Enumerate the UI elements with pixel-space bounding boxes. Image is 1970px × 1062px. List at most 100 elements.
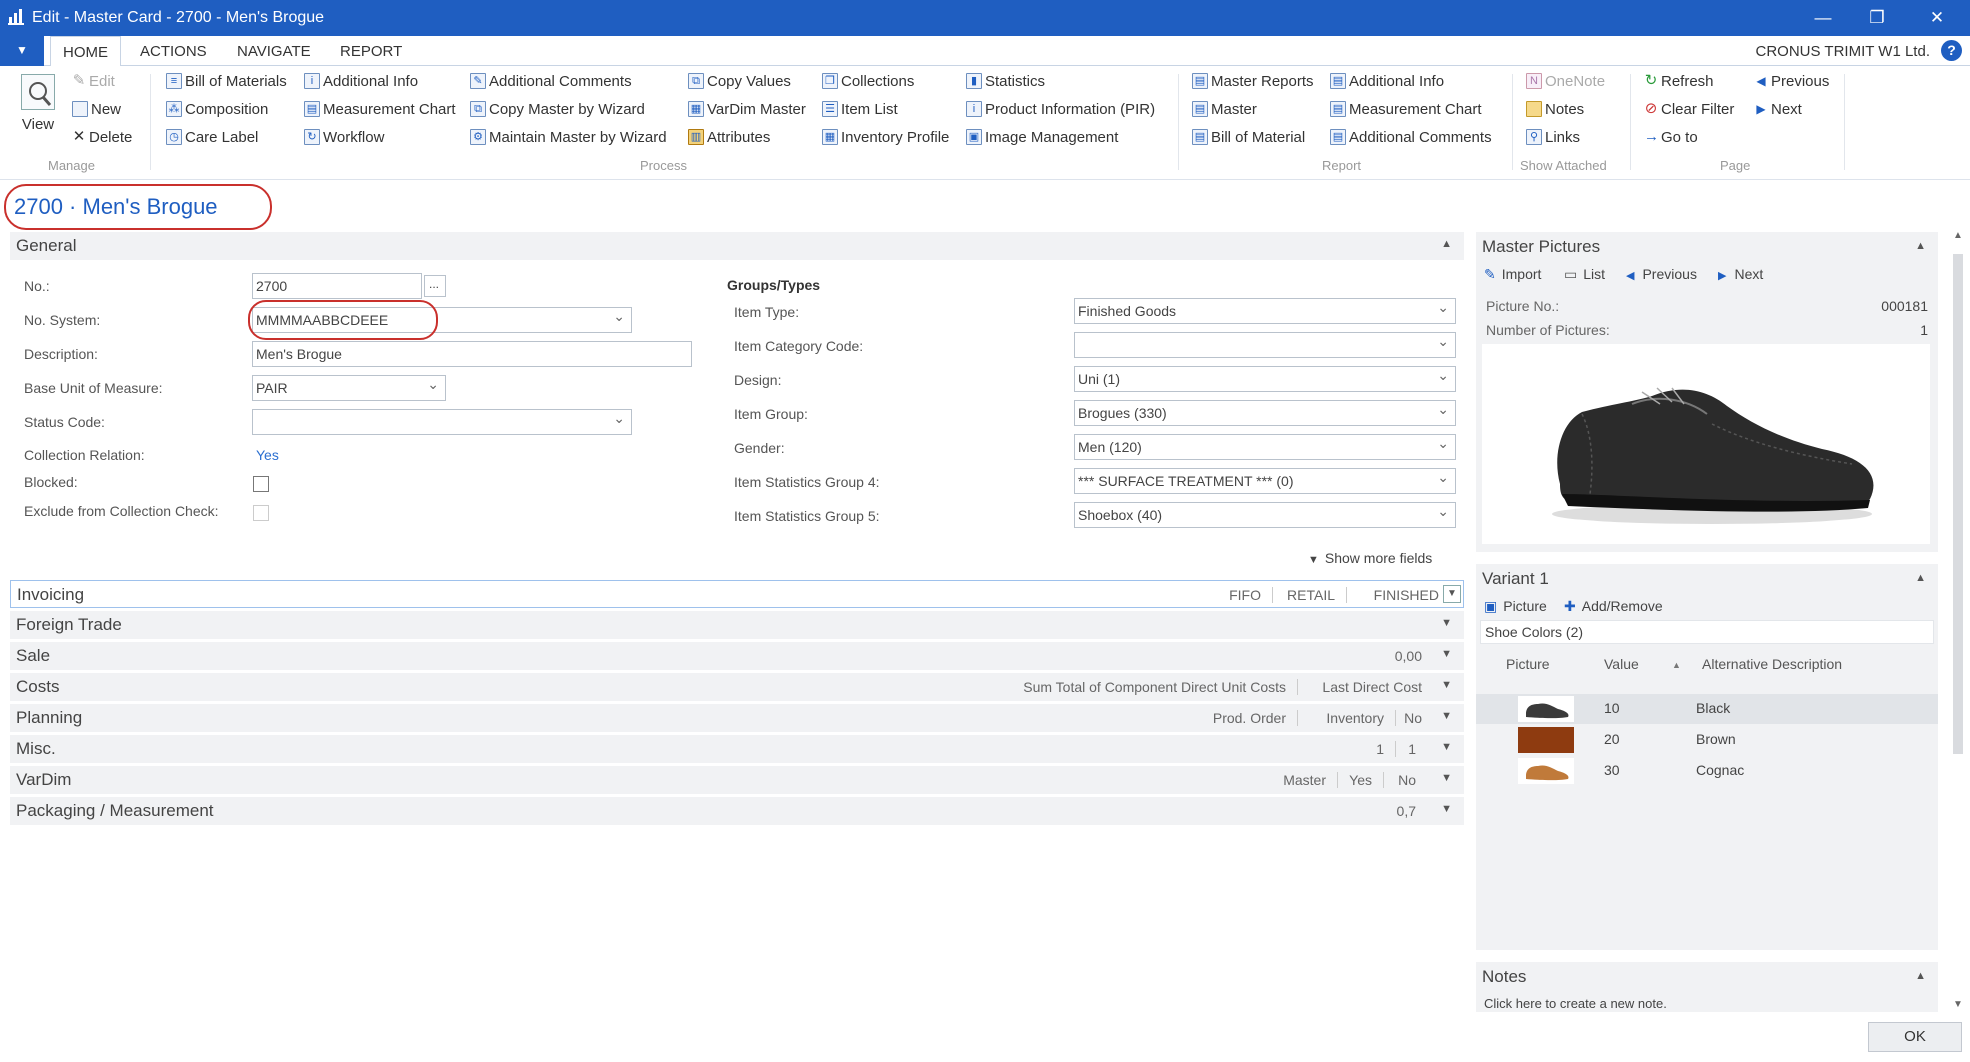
base-unit-of-measure-field[interactable]: PAIR [252,375,446,401]
item-type-field[interactable]: Finished Goods [1074,298,1456,324]
expand-chevron-icon[interactable]: ▼ [1441,741,1452,753]
attributes-button[interactable]: ▥ Attributes [688,128,770,150]
fasttab-costs[interactable]: Costs Sum Total of Component Direct Unit… [10,673,1464,701]
column-header-value[interactable]: Value [1604,656,1639,672]
restore-button[interactable]: ❐ [1860,6,1894,30]
factbox-scrollbar[interactable]: ▲ ▼ [1950,230,1966,1010]
fasttab-invoicing[interactable]: Invoicing FIFO RETAIL FINISHED ▼ [10,580,1464,608]
picture-no-value[interactable]: 000181 [1881,298,1928,314]
variant-add-remove-button[interactable]: ✚ Add/Remove [1564,598,1663,615]
expand-chevron-icon[interactable]: ▼ [1441,679,1452,691]
variant-group-field[interactable]: Shoe Colors (2) [1480,620,1934,644]
description-field[interactable]: Men's Brogue [252,341,692,367]
fasttab-vardim[interactable]: VarDim Master Yes No ▼ [10,766,1464,794]
measurement-chart-button[interactable]: ▤ Measurement Chart [304,100,456,122]
scroll-up-icon[interactable]: ▲ [1953,230,1963,241]
clear-filter-button[interactable]: ⊘ Clear Filter [1644,100,1735,122]
column-header-alternative-description[interactable]: Alternative Description [1702,656,1842,672]
close-button[interactable]: ✕ [1920,6,1954,30]
expand-chevron-icon[interactable]: ▼ [1441,710,1452,722]
inventory-profile-button[interactable]: ▦ Inventory Profile [822,128,949,150]
tab-home[interactable]: HOME [50,36,121,67]
fasttab-planning[interactable]: Planning Prod. Order Inventory No ▼ [10,704,1464,732]
master-reports-button[interactable]: ▤ Master Reports [1192,72,1314,94]
gender-field[interactable]: Men (120) [1074,434,1456,460]
collections-button[interactable]: ❐ Collections [822,72,914,94]
item-group-field[interactable]: Brogues (330) [1074,400,1456,426]
master-report-button[interactable]: ▤ Master [1192,100,1257,122]
workflow-button[interactable]: ↻ Workflow [304,128,384,150]
links-button[interactable]: ⚲ Links [1526,128,1580,150]
fasttab-packaging-measurement[interactable]: Packaging / Measurement 0,7 ▼ [10,797,1464,825]
item-statistics-group-5-field[interactable]: Shoebox (40) [1074,502,1456,528]
minimize-button[interactable]: — [1806,6,1840,30]
item-statistics-group-4-field[interactable]: *** SURFACE TREATMENT *** (0) [1074,468,1456,494]
status-code-field[interactable] [252,409,632,435]
expand-chevron-icon[interactable]: ▼ [1441,772,1452,784]
go-to-button[interactable]: → Go to [1644,128,1698,150]
scroll-down-icon[interactable]: ▼ [1953,999,1963,1010]
variant-row[interactable]: 20 Brown [1476,725,1938,755]
application-menu-button[interactable]: ▼ [0,36,44,66]
fasttab-misc[interactable]: Misc. 1 1 ▼ [10,735,1464,763]
image-management-button[interactable]: ▣ Image Management [966,128,1118,150]
fasttab-sale[interactable]: Sale 0,00 ▼ [10,642,1464,670]
statistics-button[interactable]: ▮ Statistics [966,72,1045,94]
expand-chevron-icon[interactable]: ▼ [1441,648,1452,660]
scrollbar-thumb[interactable] [1953,254,1963,754]
exclude-collection-check-checkbox[interactable] [253,505,269,521]
previous-button[interactable]: ◀ Previous [1754,72,1829,94]
bill-of-material-report-button[interactable]: ▤ Bill of Material [1192,128,1305,150]
additional-comments-button[interactable]: ✎ Additional Comments [470,72,632,94]
notes-button[interactable]: Notes [1526,100,1584,122]
company-name[interactable]: CRONUS TRIMIT W1 Ltd. [1756,43,1930,60]
copy-master-by-wizard-button[interactable]: ⧉ Copy Master by Wizard [470,100,645,122]
refresh-button[interactable]: ↻ Refresh [1644,72,1714,94]
copy-values-button[interactable]: ⧉ Copy Values [688,72,791,94]
care-label-button[interactable]: ◷ Care Label [166,128,258,150]
bill-of-materials-button[interactable]: ≡ Bill of Materials [166,72,287,94]
no-field[interactable]: 2700 [252,273,422,299]
item-list-button[interactable]: ☰ Item List [822,100,898,122]
product-information-button[interactable]: i Product Information (PIR) [966,100,1155,122]
maintain-master-by-wizard-button[interactable]: ⚙ Maintain Master by Wizard [470,128,667,150]
ok-button[interactable]: OK [1868,1022,1962,1052]
delete-button[interactable]: ✕ Delete [72,128,133,150]
fasttab-general[interactable]: General ▲ [10,232,1464,260]
create-note-link[interactable]: Click here to create a new note. [1484,996,1667,1011]
collapse-chevron-icon[interactable]: ▲ [1915,970,1926,982]
variant-row[interactable]: 30 Cognac [1476,756,1938,786]
column-header-picture[interactable]: Picture [1506,656,1550,672]
expand-chevron-icon[interactable]: ▼ [1441,803,1452,815]
measurement-chart-report-button[interactable]: ▤ Measurement Chart [1330,100,1482,122]
variant-row[interactable]: 10 Black [1476,694,1938,724]
next-button[interactable]: ▶ Next [1754,100,1801,122]
show-more-fields-link[interactable]: ▼ Show more fields [1308,550,1432,566]
new-button[interactable]: New [72,100,121,122]
composition-button[interactable]: ⁂ Composition [166,100,268,122]
blocked-checkbox[interactable] [253,476,269,492]
collapse-chevron-icon[interactable]: ▲ [1915,240,1926,252]
vardim-master-button[interactable]: ▦ VarDim Master [688,100,806,122]
help-icon[interactable]: ? [1941,40,1962,61]
onenote-button[interactable]: N OneNote [1526,72,1605,94]
tab-navigate[interactable]: NAVIGATE [237,43,311,60]
import-picture-button[interactable]: ✎ Import [1484,266,1541,283]
design-field[interactable]: Uni (1) [1074,366,1456,392]
collapse-chevron-icon[interactable]: ▲ [1441,238,1452,250]
collapse-chevron-icon[interactable]: ▲ [1915,572,1926,584]
additional-info-report-button[interactable]: ▤ Additional Info [1330,72,1444,94]
collection-relation-link[interactable]: Yes [256,447,279,463]
edit-button[interactable]: ✎ Edit [72,72,115,94]
tab-actions[interactable]: ACTIONS [140,43,207,60]
expand-chevron-icon[interactable]: ▼ [1443,585,1461,603]
picture-list-button[interactable]: ▭ List [1564,266,1605,283]
no-assist-button[interactable]: ... [424,275,446,297]
fasttab-foreign-trade[interactable]: Foreign Trade ▼ [10,611,1464,639]
picture-previous-button[interactable]: ◀ Previous [1626,266,1697,282]
view-button[interactable]: View [18,74,58,133]
tab-report[interactable]: REPORT [340,43,402,60]
picture-next-button[interactable]: ▶ Next [1718,266,1763,282]
variant-picture-button[interactable]: ▣ Picture [1484,598,1547,615]
additional-comments-report-button[interactable]: ▤ Additional Comments [1330,128,1492,150]
